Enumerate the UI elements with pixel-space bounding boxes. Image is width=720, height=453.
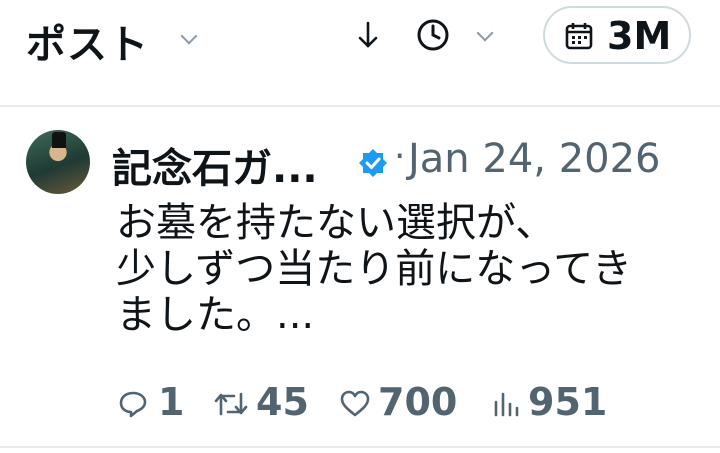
views-icon	[494, 392, 519, 417]
avatar-figure	[52, 132, 66, 148]
chevron-down-icon[interactable]	[180, 27, 198, 45]
post-date[interactable]: Jan 24, 2026	[408, 136, 661, 182]
repost-count: 45	[256, 380, 309, 424]
post-text-line: ました。...	[116, 292, 315, 338]
like-icon	[340, 390, 370, 417]
post-text-line: お墓を持たない選択が、	[116, 200, 556, 246]
date-range-label: 3M	[607, 14, 672, 58]
arrow-down-icon[interactable]	[356, 20, 380, 50]
date-range-button[interactable]: 3M	[543, 6, 691, 64]
verified-badge-icon	[359, 149, 387, 177]
like-count: 700	[378, 380, 458, 424]
reply-count: 1	[158, 380, 185, 424]
reply-icon	[119, 391, 147, 418]
divider	[0, 446, 720, 448]
chevron-down-icon[interactable]	[476, 24, 494, 42]
clock-icon[interactable]	[416, 18, 450, 52]
header-bar: ポスト 3M	[0, 0, 720, 106]
post-text[interactable]: お墓を持たない選択が、 少しずつ当たり前になってき ました。...	[116, 200, 706, 338]
calendar-icon	[565, 23, 593, 50]
divider	[0, 105, 720, 107]
post-text-line: 少しずつ当たり前になってき	[116, 246, 632, 292]
views-count: 951	[528, 380, 608, 424]
author-name[interactable]: 記念石ガ...	[112, 136, 318, 194]
avatar[interactable]	[26, 130, 90, 194]
repost-icon	[214, 392, 248, 416]
separator-dot: ·	[394, 136, 406, 177]
page-title: ポスト	[26, 22, 149, 68]
